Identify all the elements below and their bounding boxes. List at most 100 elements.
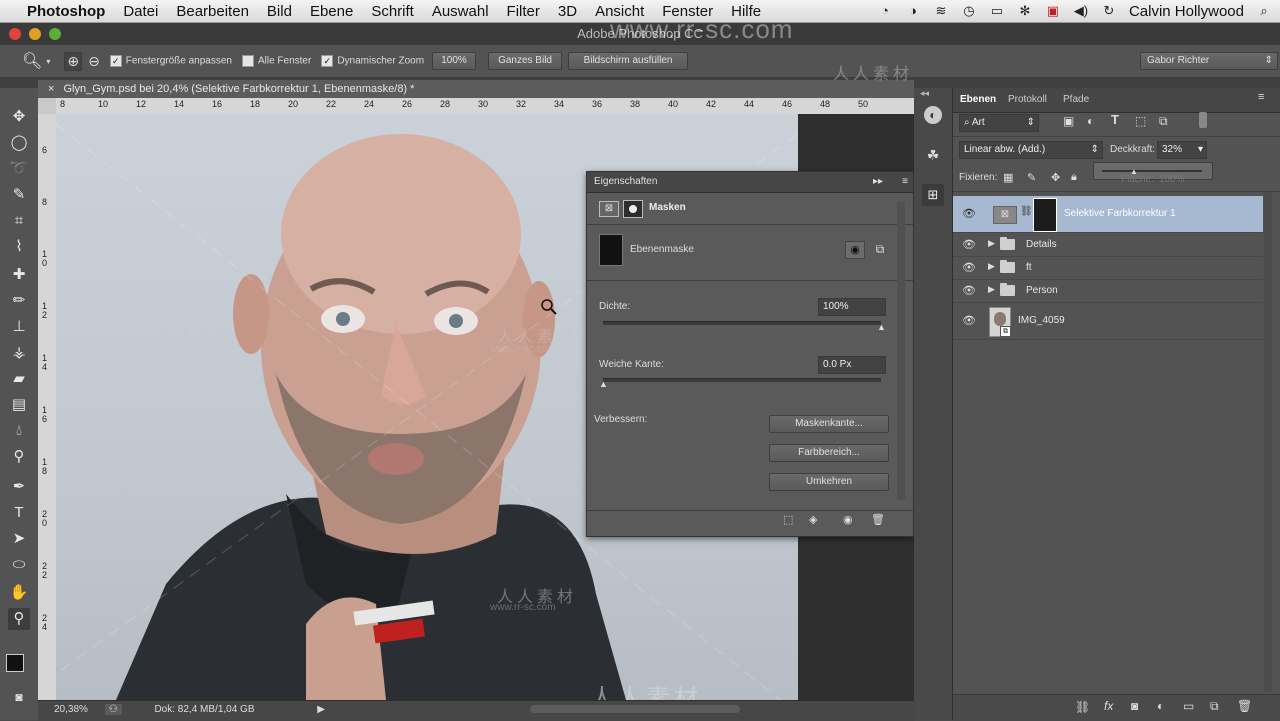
menu-datei[interactable]: Datei bbox=[114, 3, 167, 20]
zoom-out-icon[interactable]: ⊖ bbox=[88, 53, 100, 70]
display-icon[interactable]: ▭ bbox=[989, 3, 1005, 19]
feather-field[interactable]: 0.0 Px bbox=[818, 356, 886, 374]
zoom-window-button[interactable] bbox=[49, 28, 61, 40]
feather-slider-thumb[interactable]: ▲ bbox=[599, 379, 608, 389]
delete-layer-icon[interactable]: 🗑︎ bbox=[1237, 699, 1252, 713]
menu-bild[interactable]: Bild bbox=[258, 3, 301, 20]
menu-bearbeiten[interactable]: Bearbeiten bbox=[167, 3, 258, 20]
collapse-dock-icon[interactable]: ◂◂ bbox=[920, 88, 929, 99]
user-name[interactable]: Calvin Hollywood bbox=[1129, 3, 1244, 20]
new-group-icon[interactable]: ▭ bbox=[1183, 699, 1194, 713]
select-pixel-mask-icon[interactable]: ◉ bbox=[845, 241, 865, 259]
healing-brush-icon[interactable]: ✚ bbox=[8, 264, 30, 286]
new-adjustment-icon[interactable]: ◐ bbox=[1157, 699, 1164, 713]
fill-screen-button[interactable]: Bildschirm ausfüllen bbox=[568, 52, 689, 70]
lock-position-icon[interactable]: ✥ bbox=[1051, 171, 1060, 184]
filter-adjustment-icon[interactable]: ◐ bbox=[1087, 114, 1094, 128]
path-selection-icon[interactable]: ➤ bbox=[8, 528, 30, 550]
density-field[interactable]: 100% bbox=[818, 298, 886, 316]
apply-mask-icon[interactable]: ◈ bbox=[809, 513, 817, 526]
expand-group-icon[interactable]: ▶ bbox=[988, 261, 995, 272]
layers-panel-menu-icon[interactable]: ≡ bbox=[1258, 91, 1264, 103]
pen-icon[interactable]: ✒ bbox=[8, 476, 30, 498]
filter-smart-object-icon[interactable]: ⧉ bbox=[1159, 114, 1168, 129]
layers-scrollbar[interactable] bbox=[1264, 192, 1272, 692]
lock-transparent-icon[interactable]: ▦ bbox=[1003, 171, 1013, 184]
visibility-eye-icon[interactable]: ◉ bbox=[843, 513, 853, 526]
mask-thumbnail[interactable] bbox=[599, 234, 623, 266]
menu-photoshop[interactable]: Photoshop bbox=[18, 3, 114, 20]
expand-group-icon[interactable]: ▶ bbox=[988, 238, 995, 249]
adjustment-icon[interactable]: ⊠ bbox=[599, 201, 619, 217]
dynamic-zoom-checkbox[interactable]: ✓ Dynamischer Zoom bbox=[321, 55, 424, 67]
eraser-icon[interactable]: ▰ bbox=[8, 368, 30, 390]
menu-ebene[interactable]: Ebene bbox=[301, 3, 362, 20]
type-tool-icon[interactable]: T bbox=[8, 502, 30, 524]
tab-paths[interactable]: Pfade bbox=[1063, 91, 1089, 109]
bluetooth-icon[interactable]: ✻ bbox=[1017, 3, 1033, 19]
new-layer-icon[interactable]: ⧉ bbox=[1210, 699, 1219, 714]
layer-visibility-eye-icon[interactable]: 👁︎ bbox=[962, 261, 976, 274]
hand-tool-icon[interactable]: ✋ bbox=[8, 582, 30, 604]
properties-header[interactable]: Eigenschaften ▸▸ ≡ bbox=[587, 172, 913, 193]
add-vector-mask-icon[interactable]: ⧉ bbox=[871, 241, 889, 257]
crop-icon[interactable]: ⌗ bbox=[8, 210, 30, 232]
brush-icon[interactable]: ✏ bbox=[8, 290, 30, 312]
menu-3d[interactable]: 3D bbox=[549, 3, 586, 20]
lock-paint-icon[interactable]: ✎ bbox=[1027, 171, 1036, 184]
blend-mode-dropdown[interactable]: Linear abw. (Add.) ⇕ bbox=[959, 141, 1103, 159]
status-view-icon[interactable]: ⚇ bbox=[104, 704, 122, 715]
layer-row-details[interactable]: 👁︎ ▶ Details bbox=[953, 233, 1263, 257]
all-windows-checkbox[interactable]: Alle Fenster bbox=[241, 55, 311, 67]
wifi-icon[interactable]: ≋ bbox=[933, 3, 949, 19]
mask-link-icon[interactable]: ⛓ bbox=[1020, 206, 1033, 217]
layer-visibility-eye-icon[interactable]: 👁︎ bbox=[962, 238, 976, 251]
layer-visibility-eye-icon[interactable]: 👁︎ bbox=[962, 207, 976, 220]
ellipse-marquee-icon[interactable]: ◯ bbox=[8, 132, 30, 154]
opacity-slider-track[interactable] bbox=[1102, 170, 1202, 172]
ellipse-shape-icon[interactable]: ⬭ bbox=[8, 554, 30, 576]
zoom-tool-preset-icon[interactable]: 🔍︎ bbox=[22, 51, 42, 71]
status-menu-arrow-icon[interactable]: ▶ bbox=[317, 704, 325, 715]
quick-selection-icon[interactable]: ✎ bbox=[8, 184, 30, 206]
fit-window-checkbox[interactable]: ✓ Fenstergröße anpassen bbox=[109, 55, 232, 67]
tab-layers[interactable]: Ebenen bbox=[960, 91, 996, 109]
menu-filter[interactable]: Filter bbox=[498, 3, 549, 20]
mask-edge-button[interactable]: Maskenkante... bbox=[769, 415, 889, 433]
pixel-mask-icon[interactable] bbox=[623, 200, 643, 218]
opacity-field[interactable]: 32% ▾ bbox=[1157, 141, 1207, 159]
layer-filter-dropdown[interactable]: ⌕ Art ⇕ bbox=[959, 114, 1039, 132]
quick-mask-icon[interactable]: ◙ bbox=[8, 686, 30, 708]
preset-dropdown-icon[interactable]: ▾ bbox=[46, 57, 50, 66]
close-document-icon[interactable]: × bbox=[48, 83, 54, 95]
color-panel-icon[interactable]: ◐ bbox=[924, 106, 942, 124]
filter-shape-icon[interactable]: ⬚ bbox=[1135, 114, 1146, 128]
lasso-icon[interactable]: ➰ bbox=[8, 158, 30, 180]
layer-row-ft[interactable]: 👁︎ ▶ ft bbox=[953, 256, 1263, 280]
timemachine-icon[interactable]: ◑ bbox=[905, 3, 921, 19]
document-tab[interactable]: × Glyn_Gym.psd bei 20,4% (Selektive Farb… bbox=[38, 80, 914, 99]
fill-value[interactable]: 100% bbox=[1159, 174, 1185, 185]
filter-type-icon[interactable]: T bbox=[1111, 112, 1119, 127]
properties-scrollbar[interactable] bbox=[897, 202, 905, 500]
filter-pixel-icon[interactable]: ▣ bbox=[1063, 114, 1074, 128]
layer-style-fx-icon[interactable]: fx bbox=[1104, 699, 1113, 713]
clock-icon[interactable]: ◷ bbox=[961, 3, 977, 19]
foreground-color-swatch[interactable] bbox=[6, 654, 24, 672]
move-tool-icon[interactable]: ✥ bbox=[8, 106, 30, 128]
blur-icon[interactable]: 💧︎ bbox=[8, 420, 30, 442]
feather-slider[interactable] bbox=[603, 378, 881, 382]
gradient-icon[interactable]: ▤ bbox=[8, 394, 30, 416]
zoom-in-icon[interactable]: ⊕ bbox=[64, 51, 83, 71]
zoom-tool-icon[interactable]: ⚲ bbox=[8, 608, 30, 630]
menu-auswahl[interactable]: Auswahl bbox=[423, 3, 498, 20]
sync-icon[interactable]: ◔ bbox=[877, 3, 893, 19]
panel-menu-icon[interactable]: ≡ bbox=[902, 172, 908, 192]
layer-visibility-eye-icon[interactable]: 👁︎ bbox=[962, 284, 976, 297]
close-window-button[interactable] bbox=[9, 28, 21, 40]
density-slider[interactable] bbox=[603, 321, 881, 325]
history-brush-icon[interactable]: ⚶ bbox=[8, 342, 30, 364]
minimize-window-button[interactable] bbox=[29, 28, 41, 40]
horizontal-scrollbar[interactable] bbox=[530, 705, 740, 713]
link-layers-icon[interactable]: ⛓ bbox=[1075, 700, 1090, 714]
